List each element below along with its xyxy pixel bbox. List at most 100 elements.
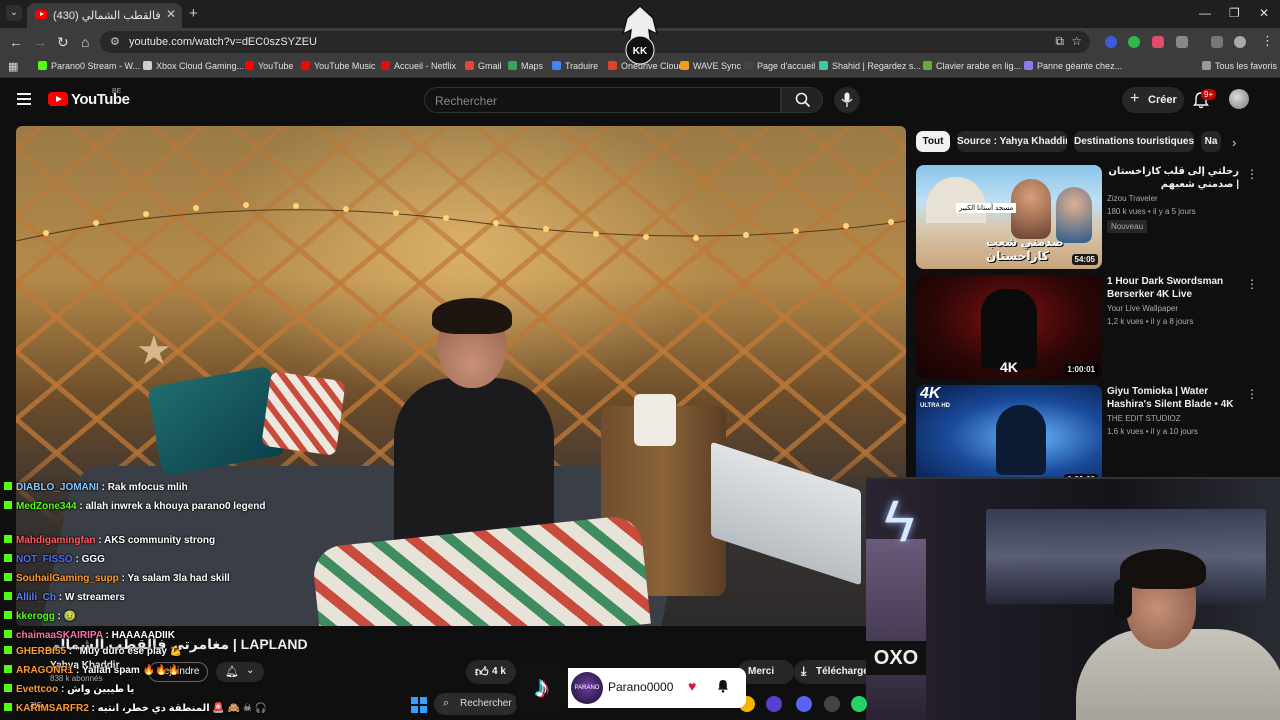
new-tab-button[interactable]: + [189, 5, 198, 22]
voice-search-button[interactable] [834, 87, 860, 113]
chip-more[interactable]: Na [1201, 131, 1221, 152]
bookmark-item[interactable]: Maps [508, 61, 543, 71]
more-options-icon[interactable]: ⋮ [1246, 167, 1258, 181]
reading-list-icon[interactable] [1211, 36, 1223, 48]
profile-icon[interactable] [1234, 36, 1246, 48]
channel-name[interactable]: Zizou Traveler [1107, 194, 1158, 203]
app-taskbar-icon[interactable] [766, 696, 782, 712]
chat-text: W streamers [64, 592, 125, 603]
windows-start-icon[interactable] [411, 697, 427, 713]
browser-tab-youtube[interactable]: (430) مغامرتي فالقطب الشمالي ✕ [27, 3, 182, 28]
extensions-puzzle-icon[interactable] [1176, 36, 1188, 48]
extension-red-icon[interactable] [1152, 36, 1164, 48]
url-bar[interactable]: ⚙ youtube.com/watch?v=dEC0szSYZEU ⧉ ☆ [100, 31, 1090, 53]
video-meta: 1,6 k vues • il y a 10 jours [1107, 427, 1198, 436]
chat-text: allah inwrek a khouya parano0 legend [85, 501, 266, 512]
site-info-icon[interactable]: ⚙ [110, 35, 120, 48]
kick-badge-icon [4, 684, 12, 692]
bookmark-item[interactable]: Shahid | Regardez s... [819, 61, 921, 71]
weather-temperature: 3°C [30, 702, 42, 709]
video-meta: 1,2 k vues • il y a 8 jours [1107, 317, 1194, 326]
recommended-video[interactable]: مسجد أستانا الكبير صدمني شعب كازاخستان 5… [916, 165, 1266, 271]
reload-button[interactable]: ↻ [57, 34, 69, 51]
thumb-overlay-text: ULTRA HD [920, 403, 950, 409]
chat-text: 🤢 [63, 611, 77, 622]
minimize-button[interactable]: — [1199, 6, 1211, 20]
bookmark-item[interactable]: YouTube [245, 61, 293, 71]
tiktok-logo-icon: ♪ [516, 662, 568, 714]
channel-name[interactable]: THE EDIT STUDIOZ [1107, 414, 1181, 423]
kick-badge-icon [4, 592, 12, 600]
video-thumbnail[interactable]: مسجد أستانا الكبير صدمني شعب كازاخستان 5… [916, 165, 1102, 269]
video-thumbnail[interactable]: 4K 1:00:01 [916, 275, 1102, 379]
chat-username: MedZone344 [16, 501, 77, 512]
create-button[interactable]: + Créer [1122, 87, 1184, 113]
download-button[interactable]: ⤓ Télécharger [794, 660, 876, 684]
bookmark-star-icon[interactable]: ☆ [1071, 34, 1082, 48]
menu-hamburger-icon[interactable] [17, 93, 31, 105]
bookmark-item[interactable]: Parano0 Stream - W... [38, 61, 140, 71]
video-title[interactable]: رحلتي إلى قلب كازاخستان | صدمني شعبهم kz… [1107, 165, 1239, 191]
search-button[interactable] [781, 87, 823, 113]
bookmark-item[interactable]: Traduire [552, 61, 598, 71]
search-icon: ⌕ [443, 697, 450, 709]
extension-c-icon[interactable] [1105, 36, 1117, 48]
like-button[interactable]: 👍︎ 4 k [466, 660, 516, 684]
chat-text: HAAAAADIIK [111, 630, 175, 641]
bookmark-item[interactable]: Clavier arabe en lig... [923, 61, 1021, 71]
bookmark-favicon-icon [508, 61, 517, 70]
chat-message: SouhailGaming_supp : Ya salam 3la had sk… [4, 573, 230, 584]
bookmark-item[interactable]: Xbox Cloud Gaming... [143, 61, 244, 71]
close-window-button[interactable]: ✕ [1259, 6, 1269, 20]
browser-menu-icon[interactable]: ⋮ [1261, 33, 1274, 49]
thumbs-up-icon: 👍︎ [475, 664, 489, 679]
bookmark-favicon-icon [819, 61, 828, 70]
streamer-webcam: ϟ OXO [866, 477, 1280, 720]
chat-message: kkerogg : 🤢 [4, 611, 76, 622]
apps-grid-icon[interactable]: ▦ [8, 60, 18, 73]
chip-destinations[interactable]: Destinations touristiques [1074, 131, 1194, 152]
video-thumbnail[interactable]: 4K ULTRA HD 1:00:00 [916, 385, 1102, 489]
video-title[interactable]: 1 Hour Dark Swordsman Berserker 4K Live … [1107, 275, 1239, 301]
youtube-logo-icon[interactable] [48, 92, 68, 106]
watermark-text: KK [633, 46, 648, 57]
tab-search-button[interactable]: ⌄ [6, 5, 22, 21]
channel-name[interactable]: Your Live Wallpaper [1107, 304, 1178, 313]
search-input[interactable]: Rechercher [424, 87, 781, 113]
bookmark-item[interactable]: Page d'accueil [744, 61, 815, 71]
tiktok-card[interactable]: PARANO Parano0000 ♥ [568, 668, 746, 708]
extension-green-icon[interactable] [1128, 36, 1140, 48]
more-options-icon[interactable]: ⋮ [1246, 277, 1258, 291]
chip-all[interactable]: Tout [916, 131, 950, 152]
close-tab-icon[interactable]: ✕ [166, 7, 176, 21]
back-button[interactable]: ← [9, 34, 23, 50]
bookmark-item[interactable]: Accueil - Netflix [381, 61, 456, 71]
recommended-video[interactable]: 4K 1:00:01 1 Hour Dark Swordsman Berserk… [916, 275, 1266, 381]
streamer [1066, 549, 1280, 720]
chevron-right-icon[interactable]: › [1232, 135, 1236, 150]
chip-source[interactable]: Source : Yahya Khaddir [957, 131, 1067, 152]
chat-username: DIABLO_JOMANI [16, 482, 99, 493]
pc-case [866, 539, 926, 720]
all-bookmarks-folder[interactable]: Tous les favoris [1202, 61, 1277, 71]
chat-message: NOT_FISSO : GGG [4, 554, 105, 565]
recommended-video[interactable]: 4K ULTRA HD 1:00:00 Giyu Tomioka | Water… [916, 385, 1266, 491]
bookmark-item[interactable]: WAVE Sync [680, 61, 741, 71]
account-avatar[interactable] [1229, 89, 1249, 109]
chat-username: Mahdigamingfan [16, 535, 96, 546]
video-title[interactable]: Giyu Tomioka | Water Hashira's Silent Bl… [1107, 385, 1239, 411]
settings-taskbar-icon[interactable] [824, 696, 840, 712]
taskbar-search[interactable]: ⌕ Rechercher [434, 693, 518, 715]
kick-badge-icon [4, 573, 12, 581]
whatsapp-taskbar-icon[interactable] [851, 696, 867, 712]
restore-button[interactable]: ❐ [1229, 6, 1240, 20]
more-options-icon[interactable]: ⋮ [1246, 387, 1258, 401]
bookmark-item[interactable]: YouTube Music [301, 61, 375, 71]
home-button[interactable]: ⌂ [81, 34, 89, 50]
bookmark-item[interactable]: Panne géante chez... [1024, 61, 1122, 71]
discord-taskbar-icon[interactable] [796, 696, 812, 712]
thanks-button[interactable]: Merci [738, 660, 794, 684]
bookmark-item[interactable]: Gmail [465, 61, 502, 71]
install-app-icon[interactable]: ⧉ [1055, 34, 1064, 49]
forward-button[interactable]: → [33, 34, 47, 50]
